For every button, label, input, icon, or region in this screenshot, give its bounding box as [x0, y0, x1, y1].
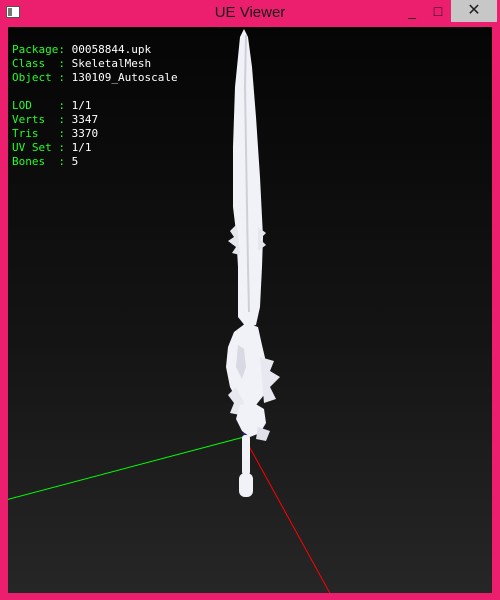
sword-pommel [239, 473, 253, 497]
info-row-uvset: UV Set : 1/1 [12, 141, 178, 155]
uvset-value: 1/1 [71, 141, 92, 154]
lod-value: 1/1 [71, 99, 92, 112]
sword-grip [242, 435, 250, 475]
package-value: 00058844.upk [71, 43, 152, 56]
info-row-tris: Tris : 3370 [12, 127, 178, 141]
close-button[interactable]: ✕ [451, 0, 497, 22]
info-row-class: Class : SkeletalMesh [12, 57, 178, 71]
minimize-button[interactable]: _ [399, 0, 425, 22]
sword-mesh[interactable] [226, 29, 280, 497]
uvset-label: UV Set : [12, 141, 72, 154]
y-axis-line [8, 436, 245, 500]
lod-label: LOD : [12, 99, 72, 112]
3d-viewport[interactable]: Package: 00058844.upk Class : SkeletalMe… [8, 27, 492, 593]
hilt-ornament [256, 427, 270, 441]
class-label: Class : [12, 57, 72, 70]
object-label: Object : [12, 71, 72, 84]
x-axis-line [243, 436, 331, 593]
maximize-button[interactable]: □ [425, 0, 451, 22]
tris-label: Tris : [12, 127, 72, 140]
verts-label: Verts : [12, 113, 72, 126]
tris-value: 3370 [71, 127, 99, 140]
bones-label: Bones : [12, 155, 72, 168]
info-row-object: Object : 130109_Autoscale [12, 71, 178, 85]
app-window: UE Viewer _ □ ✕ Package: 00058844.upk Cl… [0, 0, 500, 600]
package-label: Package: [12, 43, 72, 56]
info-row-lod: LOD : 1/1 [12, 99, 178, 113]
info-row-verts: Verts : 3347 [12, 113, 178, 127]
verts-value: 3347 [71, 113, 99, 126]
bones-value: 5 [71, 155, 79, 168]
class-value: SkeletalMesh [71, 57, 152, 70]
info-row-package: Package: 00058844.upk [12, 43, 178, 57]
mesh-info-panel: Package: 00058844.upk Class : SkeletalMe… [12, 43, 178, 169]
object-value: 130109_Autoscale [71, 71, 178, 84]
info-row-bones: Bones : 5 [12, 155, 178, 169]
title-bar[interactable]: UE Viewer _ □ ✕ [0, 0, 500, 27]
